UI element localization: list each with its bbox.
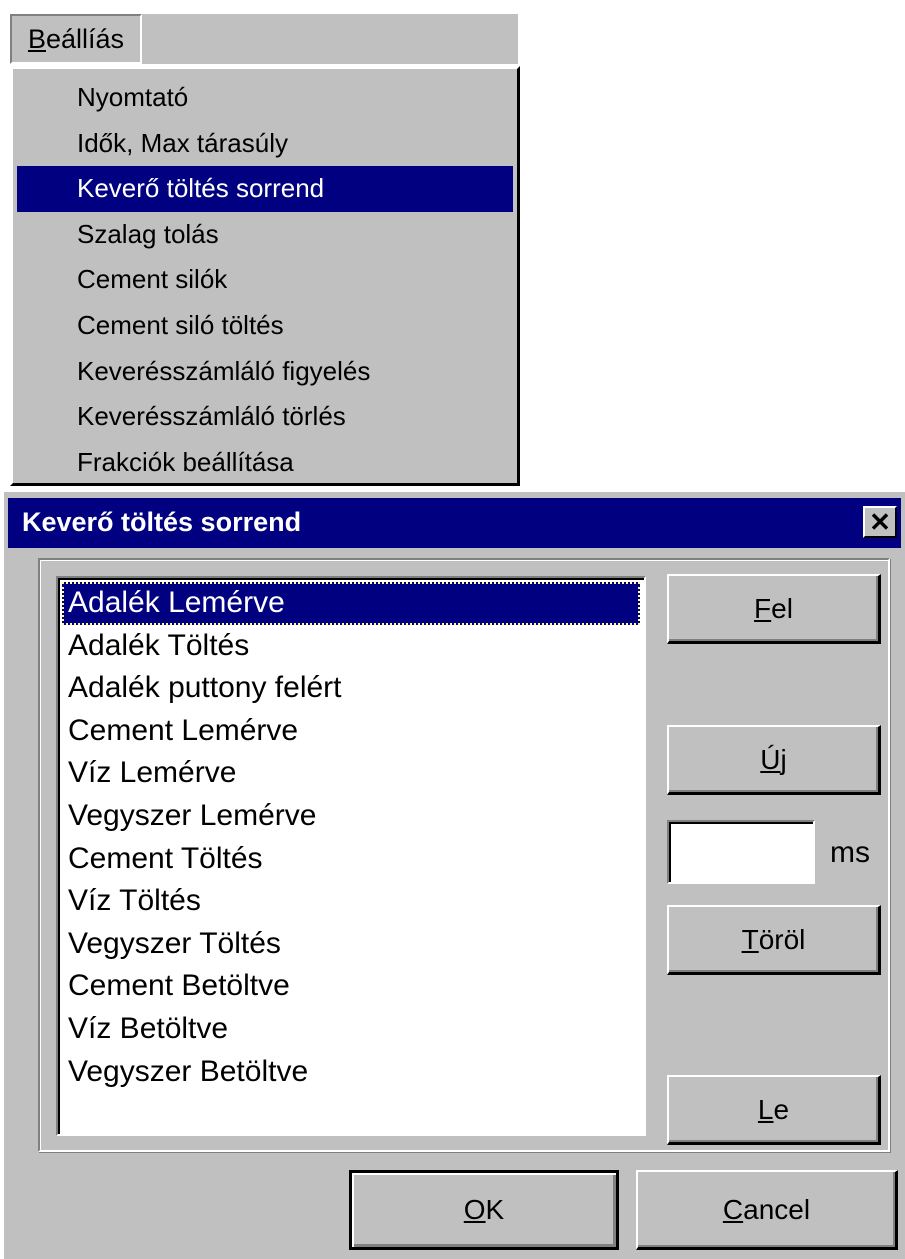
dialog-title: Keverő töltés sorrend [22, 507, 302, 537]
fel-button[interactable]: Fel [667, 574, 881, 644]
sequence-listbox[interactable]: Adalék Lemérve Adalék Töltés Adalék putt… [56, 576, 646, 1136]
fel-label: el [771, 592, 793, 624]
list-item[interactable]: Vegyszer Betöltve [62, 1051, 640, 1094]
close-button[interactable]: ✕ [863, 506, 897, 538]
uj-button[interactable]: Új [667, 725, 881, 795]
fel-hotkey: F [754, 592, 772, 624]
beallitas-dropdown: Nyomtató Idők, Max tárasúly Keverő tölté… [10, 66, 520, 486]
list-item[interactable]: Vegyszer Töltés [62, 923, 640, 966]
close-icon: ✕ [869, 506, 891, 537]
cancel-label: ancel [743, 1193, 811, 1225]
menu-item-kevero-toltes-sorrend[interactable]: Keverő töltés sorrend [17, 166, 513, 212]
menu-beallitas-label: eállíás [45, 23, 125, 54]
menu-item-cement-silo-toltes[interactable]: Cement siló töltés [17, 303, 513, 349]
list-item[interactable]: Víz Töltés [62, 880, 640, 923]
ok-button[interactable]: OK [349, 1170, 619, 1250]
kevero-toltes-dialog: Keverő töltés sorrend ✕ Adalék Lemérve A… [2, 490, 905, 1259]
list-item[interactable]: Cement Betöltve [62, 965, 640, 1008]
ms-input[interactable] [667, 820, 815, 884]
list-item[interactable]: Cement Töltés [62, 838, 640, 881]
menu-item-cement-silok[interactable]: Cement silók [17, 257, 513, 303]
menu-bar: Beállíás [10, 14, 518, 64]
torol-label: öröl [758, 923, 806, 955]
list-item[interactable]: Adalék Lemérve [62, 582, 640, 625]
ms-unit-label: ms [830, 836, 870, 869]
menu-item-nyomtato[interactable]: Nyomtató [17, 75, 513, 121]
ok-hotkey: O [463, 1194, 486, 1225]
torol-hotkey: T [741, 923, 759, 955]
le-label: e [773, 1093, 790, 1125]
torol-button[interactable]: Töröl [667, 905, 881, 975]
dialog-titlebar[interactable]: Keverő töltés sorrend ✕ [8, 498, 901, 548]
list-item[interactable]: Cement Lemérve [62, 710, 640, 753]
list-item[interactable]: Víz Betöltve [62, 1008, 640, 1051]
cancel-hotkey: C [722, 1193, 744, 1225]
list-item[interactable]: Víz Lemérve [62, 752, 640, 795]
menu-item-keveresszamlalo-torles[interactable]: Keverésszámláló törlés [17, 394, 513, 440]
menu-beallitas[interactable]: Beállíás [10, 14, 142, 64]
menu-item-keveresszamlalo-figyeles[interactable]: Keverésszámláló figyelés [17, 349, 513, 395]
menu-item-idok-max-tarasuly[interactable]: Idők, Max tárasúly [17, 121, 513, 167]
ok-label: K [485, 1194, 505, 1225]
list-item[interactable]: Adalék puttony felért [62, 667, 640, 710]
uj-hotkey: Ú [760, 743, 781, 775]
menu-beallitas-hotkey: B [27, 23, 46, 54]
cancel-button[interactable]: Cancel [636, 1170, 898, 1250]
le-button[interactable]: Le [667, 1075, 881, 1145]
sequence-list: Adalék Lemérve Adalék Töltés Adalék putt… [62, 582, 640, 1130]
menu-item-frakciok-beallitasa[interactable]: Frakciók beállítása [17, 440, 513, 486]
uj-label: j [780, 743, 787, 775]
menu-item-szalag-tolas[interactable]: Szalag tolás [17, 212, 513, 258]
list-item[interactable]: Vegyszer Lemérve [62, 795, 640, 838]
le-hotkey: L [757, 1093, 774, 1125]
list-item[interactable]: Adalék Töltés [62, 625, 640, 668]
